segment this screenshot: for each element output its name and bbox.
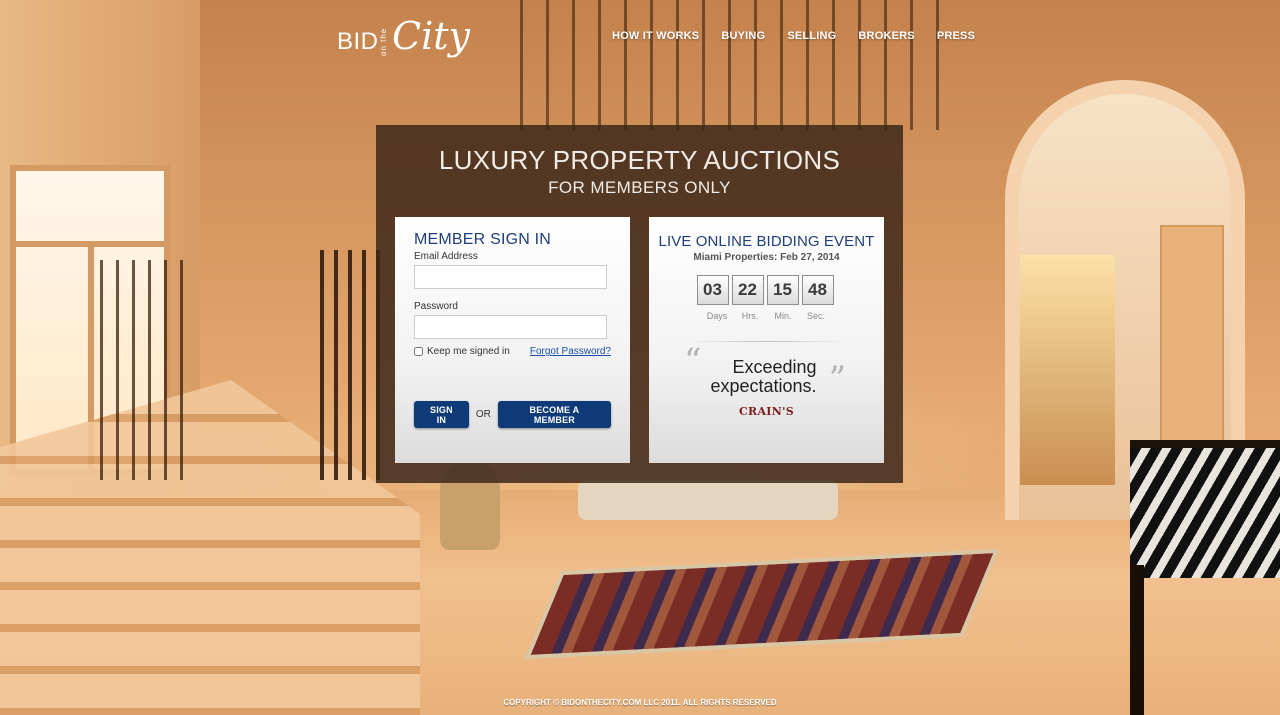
forgot-password-link[interactable]: Forgot Password? [530, 346, 611, 357]
signin-actions: SIGN IN OR BECOME A MEMBER [414, 401, 611, 428]
nav-buying[interactable]: BUYING [721, 30, 765, 42]
keep-signed-in-label: Keep me signed in [427, 346, 510, 357]
live-event-subtitle: Miami Properties: Feb 27, 2014 [693, 252, 840, 263]
label-minutes: Min. [774, 311, 792, 321]
become-member-button[interactable]: BECOME A MEMBER [497, 401, 611, 428]
headline: LUXURY PROPERTY AUCTIONS FOR MEMBERS ONL… [376, 145, 903, 198]
copyright-footer: COPYRIGHT © BIDONTHECITY.COM LLC 2011. A… [503, 698, 777, 707]
logo-on-the-text: on the [379, 27, 388, 56]
email-field[interactable] [414, 265, 607, 289]
or-separator: OR [475, 409, 491, 420]
site-logo[interactable]: BID on the City [337, 12, 497, 70]
password-label: Password [414, 301, 458, 312]
sign-in-button[interactable]: SIGN IN [414, 401, 469, 428]
close-quote-icon: ” [828, 359, 846, 399]
logo-city-text: City [392, 14, 470, 58]
label-seconds: Sec. [806, 311, 825, 321]
label-days: Days [706, 311, 728, 321]
divider [686, 341, 847, 342]
live-event-title: LIVE ONLINE BIDDING EVENT [658, 233, 875, 250]
label-hours: Hrs. [741, 311, 759, 321]
logo-bid-text: BID [337, 28, 379, 55]
countdown-timer: 03 22 15 48 [649, 275, 884, 305]
countdown-days: 03 [696, 275, 729, 305]
nav-selling[interactable]: SELLING [787, 30, 836, 42]
open-quote-icon: “ [684, 341, 702, 381]
countdown-labels: Days Hrs. Min. Sec. [649, 311, 884, 321]
password-field[interactable] [414, 315, 607, 339]
signin-title: MEMBER SIGN IN [414, 231, 552, 248]
main-nav: HOW IT WORKS BUYING SELLING BROKERS PRES… [612, 30, 997, 42]
countdown-minutes: 15 [766, 275, 799, 305]
headline-main: LUXURY PROPERTY AUCTIONS [438, 145, 841, 175]
press-quote: “ Exceeding expectations. ” [649, 344, 884, 399]
crains-logo: CRAIN'S [738, 405, 795, 418]
keep-signed-in-row: Keep me signed in Forgot Password? [414, 346, 611, 357]
nav-brokers[interactable]: BROKERS [858, 30, 914, 42]
email-label: Email Address [414, 251, 478, 262]
headline-sub: FOR MEMBERS ONLY [548, 178, 731, 197]
member-signin-card: MEMBER SIGN IN Email Address Password Ke… [395, 217, 630, 463]
live-bidding-card: LIVE ONLINE BIDDING EVENT Miami Properti… [649, 217, 884, 463]
nav-how-it-works[interactable]: HOW IT WORKS [612, 30, 699, 42]
countdown-hours: 22 [731, 275, 764, 305]
countdown-seconds: 48 [801, 275, 834, 305]
keep-signed-in-checkbox[interactable] [414, 347, 423, 356]
auction-panel: LUXURY PROPERTY AUCTIONS FOR MEMBERS ONL… [376, 125, 903, 483]
nav-press[interactable]: PRESS [937, 30, 975, 42]
